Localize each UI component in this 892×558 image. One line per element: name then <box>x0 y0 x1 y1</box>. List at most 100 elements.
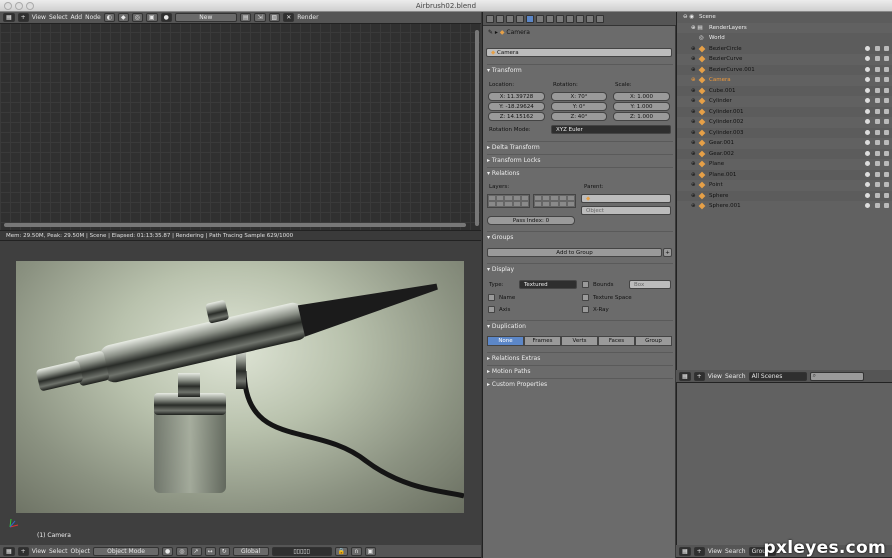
outliner-scene-row[interactable]: ⊖ ◉ Scene <box>677 12 892 23</box>
expand-icon[interactable]: ⊕ <box>691 96 696 107</box>
scale-x-field[interactable]: X: 1.000 <box>613 92 670 101</box>
add-to-group-button[interactable]: Add to Group <box>487 248 662 257</box>
texture-icon[interactable]: ▣ <box>145 13 158 22</box>
selectability-icon[interactable] <box>875 171 880 177</box>
outliner-search-input[interactable]: ⌕ <box>809 371 864 381</box>
editor-type-icon[interactable]: ▦ <box>3 13 15 22</box>
object-tab-icon[interactable] <box>526 14 534 23</box>
viewport-menu-object[interactable]: Object <box>70 548 90 555</box>
outliner-object-row[interactable]: ⊕ Cylinder.003 <box>677 127 892 138</box>
node-menu-add[interactable]: Add <box>70 14 82 21</box>
outliner-collapse-icon[interactable]: + <box>693 371 705 381</box>
section-custom-properties[interactable]: ▸ Custom Properties <box>487 378 673 389</box>
outliner-object-row[interactable]: ⊕ Cylinder <box>677 96 892 107</box>
selectability-icon[interactable] <box>875 77 880 82</box>
physics-tab-icon[interactable] <box>596 14 604 23</box>
visibility-eye-icon[interactable] <box>865 161 870 166</box>
object-icon[interactable]: ◆ <box>118 13 129 22</box>
visibility-eye-icon[interactable] <box>865 129 870 135</box>
snap-icon[interactable]: ⇲ <box>254 13 266 22</box>
selectability-icon[interactable] <box>875 66 880 72</box>
expand-icon[interactable]: ⊕ <box>691 170 696 181</box>
rotation-z-field[interactable]: Z: 40° <box>551 112 607 121</box>
visibility-eye-icon[interactable] <box>865 87 870 93</box>
selectability-icon[interactable] <box>875 161 880 166</box>
manipulator-icon[interactable]: ↗ <box>190 546 202 556</box>
render-toggle-icon[interactable] <box>884 98 889 103</box>
outliner-menu-search[interactable]: Search <box>725 373 746 380</box>
expand-icon[interactable]: ⊕ <box>691 107 696 118</box>
visibility-eye-icon[interactable] <box>865 171 870 177</box>
translate-icon[interactable]: ↔ <box>204 546 216 556</box>
groups-menu-view[interactable]: View <box>708 548 722 555</box>
section-relations-extras[interactable]: ▸ Relations Extras <box>487 352 673 363</box>
visibility-eye-icon[interactable] <box>865 203 870 208</box>
pin-icon[interactable]: ✎ ▸ <box>488 29 500 36</box>
expand-icon[interactable]: ⊕ <box>691 201 696 212</box>
duplication-none-button[interactable]: None <box>487 336 524 346</box>
location-z-field[interactable]: Z: 14.15162 <box>488 112 545 121</box>
outliner-object-row[interactable]: ⊕ Gear.001 <box>677 138 892 149</box>
selectability-icon[interactable] <box>875 45 880 51</box>
render-toggle-icon[interactable] <box>884 182 889 187</box>
outliner-renderlayers-row[interactable]: ⊕ ▤ RenderLayers <box>677 23 892 34</box>
rotation-x-field[interactable]: X: 70° <box>551 92 607 101</box>
outliner-object-row[interactable]: ⊕ BezierCurve <box>677 54 892 65</box>
groups-menu-search[interactable]: Search <box>725 548 746 555</box>
render-icon[interactable]: ▣ <box>364 546 377 556</box>
section-display[interactable]: ▾ Display <box>487 263 673 274</box>
expand-icon[interactable]: ⊕ <box>691 65 696 76</box>
expand-icon[interactable]: ⊕ <box>691 138 696 149</box>
world-tab-icon[interactable] <box>516 14 524 23</box>
viewport-editor-type-icon[interactable]: ▦ <box>3 546 15 556</box>
selectability-icon[interactable] <box>875 98 880 103</box>
expand-icon[interactable]: ⊕ <box>691 75 696 86</box>
visibility-eye-icon[interactable] <box>865 150 870 156</box>
render-toggle-icon[interactable] <box>884 77 889 82</box>
duplication-faces-button[interactable]: Faces <box>598 336 635 346</box>
outliner-object-row[interactable]: ⊕ Plane.001 <box>677 169 892 181</box>
render-toggle-icon[interactable] <box>884 203 889 208</box>
expand-icon[interactable]: ⊕ <box>691 117 696 128</box>
visibility-eye-icon[interactable] <box>865 45 870 51</box>
viewport-menu-view[interactable]: View <box>32 548 46 555</box>
outliner-object-row[interactable]: ⊕ Sphere <box>677 190 892 201</box>
close-window-button[interactable] <box>4 2 12 10</box>
object-name-field[interactable]: ◆ Camera <box>486 48 672 57</box>
section-transform-locks[interactable]: ▸ Transform Locks <box>487 154 673 165</box>
visibility-eye-icon[interactable] <box>865 98 870 103</box>
scene-tab-icon[interactable] <box>506 14 514 23</box>
rotation-y-field[interactable]: Y: 0° <box>551 102 607 111</box>
mode-select[interactable]: Object Mode <box>93 546 160 556</box>
groups-collapse-icon[interactable]: + <box>693 546 705 556</box>
material-slot-icon[interactable]: ● <box>160 13 172 22</box>
selectability-icon[interactable] <box>875 119 880 124</box>
layer-buttons[interactable]: ▯▯▯▯▯ <box>271 546 332 556</box>
outliner-object-row[interactable]: ⊕ BezierCurve.001 <box>677 64 892 76</box>
node-menu-view[interactable]: View <box>32 14 46 21</box>
viewport-collapse-icon[interactable]: + <box>17 546 29 556</box>
expand-icon[interactable]: ⊕ <box>691 149 696 160</box>
render-toggle-icon[interactable] <box>884 66 889 72</box>
selectability-icon[interactable] <box>875 87 880 93</box>
xray-checkbox[interactable] <box>582 306 589 313</box>
viewport-menu-select[interactable]: Select <box>49 548 68 555</box>
render-toggle-icon[interactable] <box>884 87 889 93</box>
use-nodes-icon[interactable]: ▤ <box>239 13 252 22</box>
backdrop-icon[interactable]: ▧ <box>268 13 281 22</box>
section-duplication[interactable]: ▾ Duplication <box>487 320 673 331</box>
section-transform[interactable]: ▾ Transform <box>487 64 673 75</box>
axis-checkbox[interactable] <box>488 306 495 313</box>
duplication-verts-button[interactable]: Verts <box>561 336 598 346</box>
add-group-plus-icon[interactable]: + <box>663 248 672 257</box>
rotation-mode-select[interactable]: XYZ Euler <box>551 125 671 134</box>
world-icon[interactable]: ◎ <box>131 13 143 22</box>
render-toggle-icon[interactable] <box>884 140 889 145</box>
pass-index-field[interactable]: Pass Index: 0 <box>487 216 575 225</box>
outliner-object-row[interactable]: ⊕ Gear.002 <box>677 148 892 160</box>
outliner-object-row[interactable]: ⊕ Camera <box>677 75 892 86</box>
bounds-checkbox[interactable] <box>582 281 589 288</box>
collapse-menu-icon[interactable]: + <box>17 13 29 22</box>
outliner-object-row[interactable]: ⊕ Cylinder.001 <box>677 106 892 118</box>
layers-grid-b[interactable] <box>533 194 576 208</box>
